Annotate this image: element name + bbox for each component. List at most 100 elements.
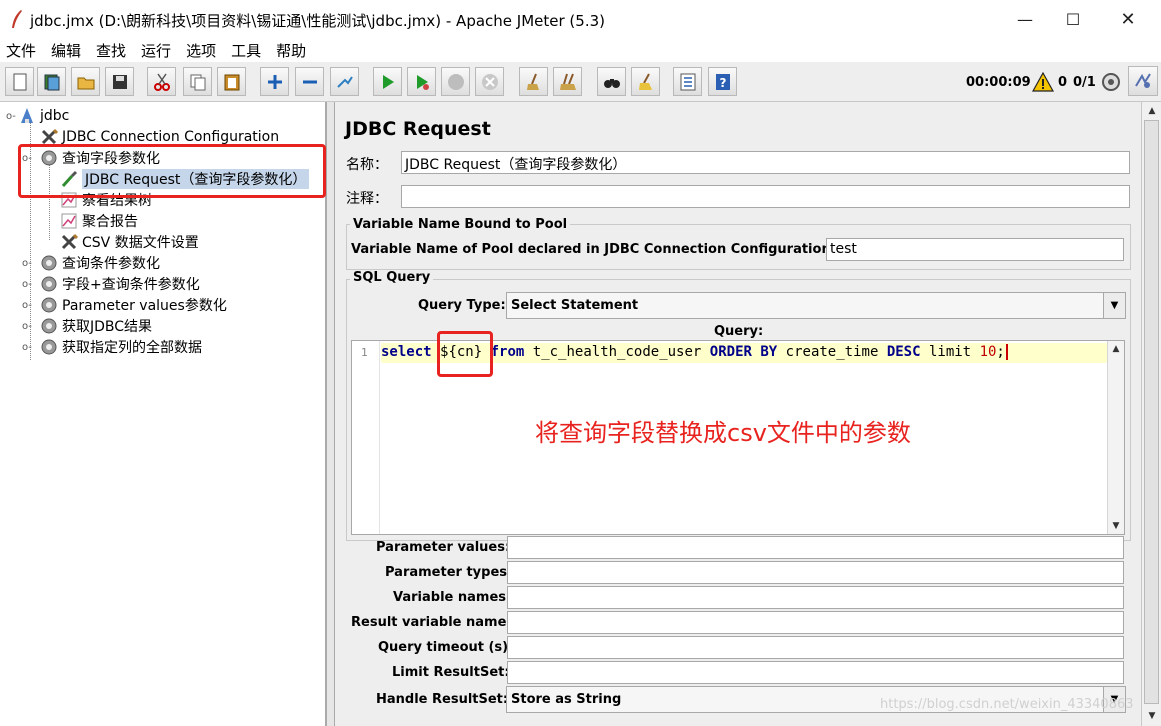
scroll-down-icon[interactable]: ▼ (1108, 518, 1124, 534)
text-caret (1005, 344, 1008, 360)
menu-help[interactable]: 帮助 (276, 40, 306, 61)
expand-toggle-icon[interactable]: o- (22, 279, 40, 290)
collapse-icon (302, 80, 317, 83)
tree-item-thread-group-4[interactable]: o- Parameter values参数化 (22, 295, 227, 315)
line-number-gutter: 1 (352, 341, 380, 534)
menu-edit[interactable]: 编辑 (51, 40, 81, 61)
start-icon (382, 74, 394, 89)
search-button[interactable] (597, 67, 626, 96)
clear-all-button[interactable] (553, 67, 582, 96)
start-no-pauses-button[interactable] (407, 67, 436, 96)
scrollbar-thumb[interactable] (1144, 120, 1159, 704)
paste-button[interactable] (217, 67, 246, 96)
start-no-pause-icon (416, 74, 429, 90)
warning-icon[interactable] (1032, 72, 1054, 92)
result-variable-name-field[interactable] (507, 611, 1124, 634)
save-button[interactable] (105, 67, 134, 96)
error-count: 0 (1058, 75, 1068, 90)
main-scrollbar[interactable]: ▲ ▼ (1141, 102, 1161, 726)
menu-search[interactable]: 查找 (96, 40, 126, 61)
templates-button[interactable] (37, 67, 66, 96)
pool-name-field[interactable]: test (826, 238, 1124, 261)
open-button[interactable] (71, 67, 100, 96)
code-column: create_time (785, 344, 879, 360)
tree-item-thread-group-6[interactable]: o- 获取指定列的全部数据 (22, 337, 202, 357)
parameter-values-field[interactable] (507, 536, 1124, 559)
name-field[interactable]: JDBC Request（查询字段参数化） (401, 151, 1130, 174)
limit-resultset-field[interactable] (507, 661, 1124, 684)
tools-icon (60, 233, 78, 251)
clear-icon (526, 73, 539, 90)
code-number: 10 (979, 344, 997, 360)
scroll-up-icon[interactable]: ▲ (1108, 341, 1124, 357)
log-viewer-icon (1135, 73, 1151, 88)
tree-label: JDBC Connection Configuration (62, 129, 280, 145)
templates-icon (44, 74, 59, 90)
query-type-select[interactable]: Select Statement ▼ (506, 292, 1126, 319)
split-pane-divider[interactable] (326, 102, 335, 726)
scroll-down-icon[interactable]: ▼ (1144, 708, 1160, 724)
cut-button[interactable] (147, 67, 176, 96)
comment-field[interactable] (401, 185, 1130, 208)
test-plan-icon (18, 107, 36, 125)
menu-run[interactable]: 运行 (141, 40, 171, 61)
clear-button[interactable] (519, 67, 548, 96)
line-number: 1 (361, 346, 368, 359)
tree-label: 获取指定列的全部数据 (62, 340, 202, 356)
parameter-types-field[interactable] (507, 561, 1124, 584)
function-helper-button[interactable] (673, 67, 702, 96)
expand-toggle-icon[interactable]: o- (22, 342, 40, 353)
maximize-button[interactable]: ☐ (1050, 0, 1096, 38)
tree-item-csv-data-set[interactable]: CSV 数据文件设置 (60, 232, 199, 252)
tree-item-thread-group-3[interactable]: o- 字段+查询条件参数化 (22, 274, 200, 294)
query-timeout-field[interactable] (507, 636, 1124, 659)
expand-toggle-icon[interactable]: o- (22, 300, 40, 311)
minimize-button[interactable]: — (1002, 0, 1048, 38)
toggle-button[interactable] (330, 67, 359, 96)
collapse-toggle-icon[interactable]: o- (6, 111, 18, 122)
tree-label: 查询条件参数化 (62, 256, 160, 272)
new-button[interactable] (5, 67, 34, 96)
shutdown-icon (481, 73, 498, 90)
code-keyword: select (381, 344, 432, 360)
variable-names-field[interactable] (507, 586, 1124, 609)
remote-status-button[interactable] (1098, 69, 1124, 95)
help-button[interactable]: ? (708, 67, 737, 96)
copy-button[interactable] (183, 67, 212, 96)
log-viewer-button[interactable] (1128, 66, 1158, 96)
comment-label: 注释： (346, 191, 388, 207)
code-keyword: DESC (886, 344, 921, 360)
query-label: Query: (714, 324, 764, 339)
tree-label: CSV 数据文件设置 (82, 235, 199, 251)
menu-tools[interactable]: 工具 (231, 40, 261, 61)
expand-toggle-icon[interactable]: o- (22, 258, 40, 269)
shutdown-button[interactable] (475, 67, 504, 96)
editor-scrollbar[interactable]: ▲ ▼ (1107, 341, 1124, 534)
reset-search-button[interactable] (631, 67, 660, 96)
start-button[interactable] (373, 67, 402, 96)
collapse-all-button[interactable] (295, 67, 324, 96)
tree-item-thread-group-5[interactable]: o- 获取JDBC结果 (22, 316, 152, 336)
tree-item-thread-group-2[interactable]: o- 查询条件参数化 (22, 253, 160, 273)
clear-all-icon (559, 73, 576, 90)
stop-button[interactable] (441, 67, 470, 96)
tree-root[interactable]: o- jdbc (6, 106, 69, 126)
code-keyword: ORDER BY (709, 344, 778, 360)
menu-options[interactable]: 选项 (186, 40, 216, 61)
watermark-text: https://blog.csdn.net/weixin_43340863 (880, 697, 1134, 712)
chevron-down-icon[interactable]: ▼ (1103, 293, 1125, 318)
query-type-value: Select Statement (511, 298, 639, 313)
gear-icon (40, 275, 58, 293)
expand-toggle-icon[interactable]: o- (22, 321, 40, 332)
expand-all-button[interactable] (260, 67, 289, 96)
stop-icon (447, 73, 464, 90)
tree-item-aggregate-report[interactable]: 聚合报告 (60, 211, 138, 231)
menu-file[interactable]: 文件 (6, 40, 36, 61)
name-label: 名称： (346, 157, 388, 173)
scroll-up-icon[interactable]: ▲ (1144, 103, 1160, 119)
highlight-box-variable (437, 331, 493, 377)
close-button[interactable]: ✕ (1105, 0, 1151, 38)
query-timeout-label: Query timeout (s): (378, 640, 514, 655)
gear-icon (40, 296, 58, 314)
tree-label: 获取JDBC结果 (62, 319, 153, 335)
